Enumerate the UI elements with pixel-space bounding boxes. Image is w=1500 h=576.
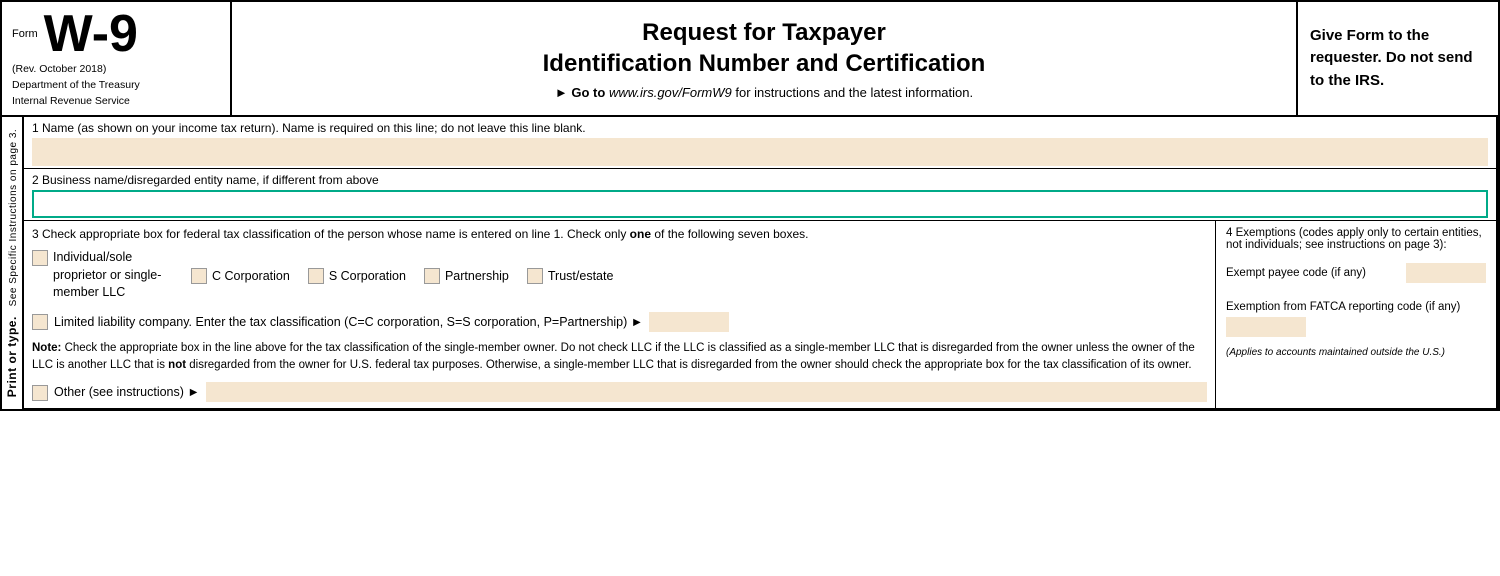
form-main-title: Request for Taxpayer Identification Numb…: [252, 17, 1276, 79]
field-3-main: 3 Check appropriate box for federal tax …: [24, 221, 1216, 408]
exemptions-title: 4 Exemptions (codes apply only to certai…: [1226, 227, 1486, 251]
checkbox-individual-label: Individual/sole proprietor or single-mem…: [53, 249, 173, 302]
form-body: Print or type. See Specific Instructions…: [2, 117, 1498, 409]
exempt-payee-input[interactable]: [1406, 263, 1486, 283]
field-2-label: 2 Business name/disregarded entity name,…: [32, 173, 1488, 187]
field-2-input[interactable]: [32, 190, 1488, 218]
field-2-section: 2 Business name/disregarded entity name,…: [24, 169, 1496, 221]
note-bold: Note:: [32, 342, 61, 354]
note-text: Note: Check the appropriate box in the l…: [32, 340, 1207, 375]
field3-text-end: of the following seven boxes.: [651, 227, 808, 241]
note-not-bold: not: [168, 359, 186, 371]
checkbox-trust-box[interactable]: [527, 268, 543, 284]
form-number: Form W-9: [12, 8, 220, 60]
llc-label: Limited liability company. Enter the tax…: [54, 315, 643, 329]
checkbox-individual: Individual/sole proprietor or single-mem…: [32, 249, 173, 302]
exempt-payee-row: Exempt payee code (if any): [1226, 263, 1486, 283]
sidebar-text: Print or type. See Specific Instructions…: [5, 129, 19, 397]
instruction-suffix: for instructions and the latest informat…: [735, 85, 973, 100]
w9-form: Form W-9 (Rev. October 2018) Department …: [0, 0, 1500, 411]
irs-label: Internal Revenue Service: [12, 94, 220, 110]
tax-classification-row: Individual/sole proprietor or single-mem…: [32, 249, 1207, 302]
exempt-payee-label: Exempt payee code (if any): [1226, 267, 1366, 279]
header-right: Give Form to the requester. Do not send …: [1298, 2, 1498, 115]
checkbox-s-corp-label: S Corporation: [329, 269, 406, 283]
header-center: Request for Taxpayer Identification Numb…: [232, 2, 1298, 115]
checkbox-trust: Trust/estate: [527, 267, 614, 284]
applies-note: (Applies to accounts maintained outside …: [1226, 347, 1486, 358]
checkbox-s-corp: S Corporation: [308, 267, 406, 284]
fatca-label: Exemption from FATCA reporting code (if …: [1226, 301, 1486, 313]
header-left: Form W-9 (Rev. October 2018) Department …: [2, 2, 232, 115]
irs-link: www.irs.gov/FormW9: [609, 85, 732, 100]
sidebar: Print or type. See Specific Instructions…: [2, 117, 24, 409]
other-input[interactable]: [206, 382, 1207, 402]
fatca-input[interactable]: [1226, 317, 1306, 337]
checkbox-c-corp-label: C Corporation: [212, 269, 290, 283]
field3-one-bold: one: [630, 227, 651, 241]
fatca-row: Exemption from FATCA reporting code (if …: [1226, 301, 1486, 337]
main-title-line1: Request for Taxpayer: [252, 17, 1276, 48]
main-content: 1 Name (as shown on your income tax retu…: [24, 117, 1498, 409]
give-form-text: Give Form to the requester. Do not send …: [1310, 25, 1486, 93]
rev-date: (Rev. October 2018): [12, 62, 220, 78]
checkbox-s-corp-box[interactable]: [308, 268, 324, 284]
main-title-line2: Identification Number and Certification: [252, 48, 1276, 79]
other-row: Other (see instructions) ►: [32, 382, 1207, 402]
sub-instruction: ► Go to www.irs.gov/FormW9 for instructi…: [252, 85, 1276, 100]
field-1-label: 1 Name (as shown on your income tax retu…: [32, 121, 1488, 135]
field-3-section: 3 Check appropriate box for federal tax …: [24, 221, 1496, 409]
field-3-label: 3 Check appropriate box for federal tax …: [32, 227, 1207, 241]
arrow-icon: ► Go to: [555, 85, 605, 100]
field-1-section: 1 Name (as shown on your income tax retu…: [24, 117, 1496, 169]
llc-input[interactable]: [649, 312, 729, 332]
w9-title: W-9: [44, 8, 138, 60]
checkbox-individual-box[interactable]: [32, 250, 48, 266]
form-header: Form W-9 (Rev. October 2018) Department …: [2, 2, 1498, 117]
checkbox-llc-box[interactable]: [32, 314, 48, 330]
other-label: Other (see instructions) ►: [54, 385, 200, 399]
form-meta: (Rev. October 2018) Department of the Tr…: [12, 62, 220, 109]
checkbox-c-corp: C Corporation: [191, 267, 290, 284]
dept-treasury: Department of the Treasury: [12, 78, 220, 94]
checkbox-partnership-box[interactable]: [424, 268, 440, 284]
field-1-input[interactable]: [32, 138, 1488, 166]
llc-row: Limited liability company. Enter the tax…: [32, 312, 1207, 332]
checkbox-partnership-label: Partnership: [445, 269, 509, 283]
field3-text-start: 3 Check appropriate box for federal tax …: [32, 227, 630, 241]
exemptions-col: 4 Exemptions (codes apply only to certai…: [1216, 221, 1496, 408]
form-label: Form: [12, 28, 38, 40]
checkbox-c-corp-box[interactable]: [191, 268, 207, 284]
checkbox-partnership: Partnership: [424, 267, 509, 284]
checkbox-other-box[interactable]: [32, 385, 48, 401]
sidebar-bold: Print or type.: [5, 316, 19, 397]
checkbox-trust-label: Trust/estate: [548, 269, 614, 283]
note-body2: disregarded from the owner for U.S. fede…: [186, 359, 1191, 371]
